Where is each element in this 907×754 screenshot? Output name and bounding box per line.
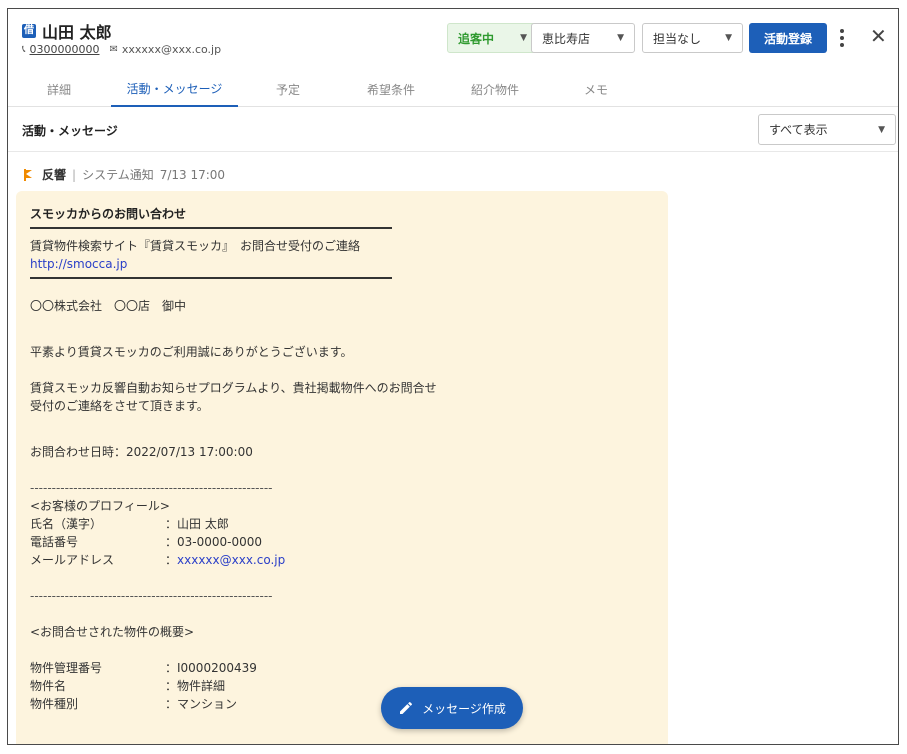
compose-message-button[interactable]: メッセージ作成 <box>381 687 523 729</box>
section-bar: 活動・メッセージ すべて表示 ▼ <box>8 108 898 152</box>
email-text: xxxxxx@xxx.co.jp <box>121 43 222 56</box>
tab-details[interactable]: 詳細 <box>28 71 90 107</box>
tab-introduced-properties[interactable]: 紹介物件 <box>457 71 533 107</box>
message-card: スモッカからのお問い合わせ 賃貸物件検索サイト『賃貸スモッカ』 お問合せ受付のご… <box>16 191 668 744</box>
profile-value: ：山田 太郎 <box>165 517 229 531</box>
panel-header: 借 山田 太郎 📞︎ 0300000000 ✉︎ xxxxxx@xxx.co.j… <box>8 9 898 67</box>
activity-source: システム通知 <box>82 168 154 182</box>
customer-name-row: 借 山田 太郎 <box>22 19 112 43</box>
dash-divider: ----------------------------------------… <box>30 589 273 603</box>
tab-bar: 詳細 活動・メッセージ 予定 希望条件 紹介物件 メモ <box>8 71 898 107</box>
property-key: 物件管理番号 <box>30 661 103 675</box>
contact-row: 📞︎ 0300000000 ✉︎ xxxxxx@xxx.co.jp <box>22 43 221 56</box>
staff-label: 担当なし <box>653 31 702 46</box>
profile-key: 電話番号 <box>30 535 79 549</box>
site-url-link[interactable]: http://smocca.jp <box>30 255 654 273</box>
rental-badge-icon: 借 <box>22 24 36 38</box>
activity-type: 反響 <box>42 168 67 182</box>
activity-header: 反響 | システム通知 7/13 17:00 <box>24 166 225 183</box>
message-addressee: 〇〇株式会社 〇〇店 御中 <box>30 299 187 313</box>
phone-icon: 📞︎ <box>22 44 26 55</box>
property-value: ：物件詳細 <box>165 679 226 693</box>
filter-label: すべて表示 <box>769 123 828 137</box>
tab-desired-conditions[interactable]: 希望条件 <box>353 71 429 107</box>
pencil-icon <box>400 701 413 714</box>
chevron-down-icon: ▼ <box>520 33 527 43</box>
status-dropdown[interactable]: 追客中 ▼ <box>447 23 538 53</box>
profile-key: 氏名（漢字） <box>30 517 103 531</box>
profile-row: メールアドレス ： xxxxxx@xxx.co.jp <box>30 551 654 569</box>
property-row: 物件名 ：物件詳細 <box>30 677 654 695</box>
profile-value: ：03-0000-0000 <box>165 535 263 549</box>
message-line: 賃貸スモッカ反響自動お知らせプログラムより、貴社掲載物件へのお問合せ <box>30 381 437 395</box>
property-value: ：マンション <box>165 697 238 711</box>
email-link[interactable]: xxxxxx@xxx.co.jp <box>177 551 285 569</box>
profile-key: メールアドレス <box>30 553 115 567</box>
property-row: 物件管理番号 ：I0000200439 <box>30 659 654 677</box>
customer-detail-panel: 借 山田 太郎 📞︎ 0300000000 ✉︎ xxxxxx@xxx.co.j… <box>7 8 899 745</box>
message-line: 賃貸物件検索サイト『賃貸スモッカ』 お問合せ受付のご連絡 <box>30 239 361 253</box>
close-icon[interactable]: ✕ <box>870 26 887 46</box>
status-label: 追客中 <box>458 31 495 46</box>
staff-dropdown[interactable]: 担当なし ▼ <box>642 23 743 53</box>
tab-activity-messages[interactable]: 活動・メッセージ <box>111 71 238 107</box>
store-dropdown[interactable]: 恵比寿店 ▼ <box>531 23 635 53</box>
inquiry-datetime: お問合わせ日時：2022/07/13 17:00:00 <box>30 445 253 459</box>
message-line: 受付のご連絡をさせて頂きます。 <box>30 399 209 413</box>
divider <box>30 277 392 279</box>
property-key: 物件種別 <box>30 697 79 711</box>
message-subject: スモッカからのお問い合わせ <box>30 207 187 221</box>
customer-name: 山田 太郎 <box>42 23 112 42</box>
flag-icon <box>24 168 36 181</box>
more-options-icon[interactable] <box>834 25 850 51</box>
store-label: 恵比寿店 <box>542 31 591 46</box>
compose-message-label: メッセージ作成 <box>422 701 506 716</box>
profile-row: 氏名（漢字） ：山田 太郎 <box>30 515 654 533</box>
tab-memo[interactable]: メモ <box>569 71 623 107</box>
message-greeting: 平素より賃貸スモッカのご利用誠にありがとうございます。 <box>30 345 353 359</box>
profile-heading: <お客様のプロフィール> <box>30 499 170 513</box>
property-heading: <お問合せされた物件の概要> <box>30 625 195 639</box>
activity-time: 7/13 17:00 <box>159 167 226 182</box>
chevron-down-icon: ▼ <box>878 124 885 135</box>
property-value: ：I0000200439 <box>165 661 257 675</box>
phone-link[interactable]: 0300000000 <box>30 43 100 56</box>
filter-dropdown[interactable]: すべて表示 ▼ <box>758 114 896 145</box>
section-title: 活動・メッセージ <box>22 124 118 138</box>
chevron-down-icon: ▼ <box>617 33 624 43</box>
mail-icon: ✉︎ <box>109 44 118 55</box>
dash-divider: ----------------------------------------… <box>30 481 273 495</box>
chevron-down-icon: ▼ <box>725 33 732 43</box>
property-row: 物件種別 ：マンション <box>30 695 654 713</box>
register-activity-button[interactable]: 活動登録 <box>749 23 827 53</box>
activity-separator: | <box>72 167 77 182</box>
profile-value: ： <box>165 553 178 567</box>
property-key: 物件名 <box>30 679 67 693</box>
tab-schedule[interactable]: 予定 <box>258 71 318 107</box>
profile-row: 電話番号 ：03-0000-0000 <box>30 533 654 551</box>
divider <box>30 227 392 229</box>
